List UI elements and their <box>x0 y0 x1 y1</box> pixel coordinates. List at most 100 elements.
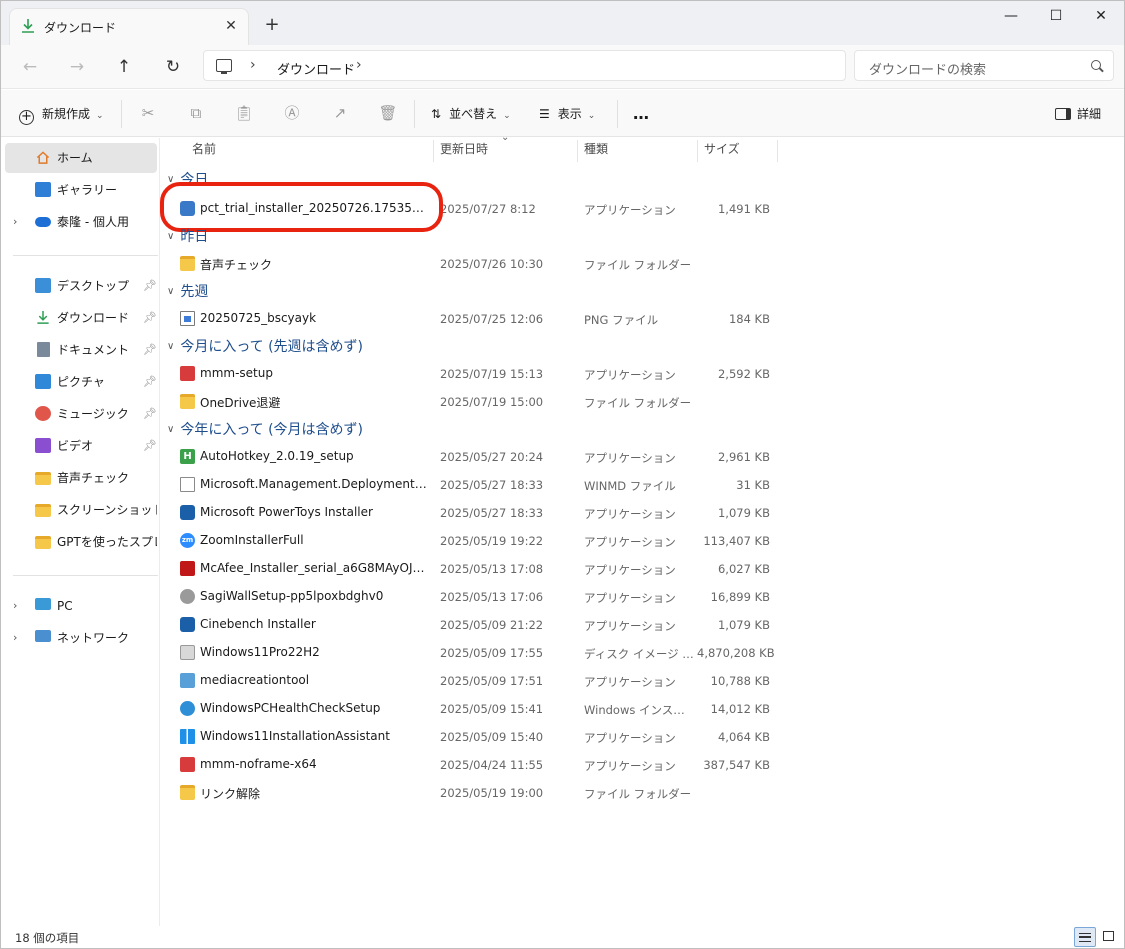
cut-icon[interactable]: ✂ <box>138 103 158 123</box>
sidebar-item-label: PC <box>57 599 73 613</box>
pin-icon[interactable]: 📌︎ <box>143 303 157 333</box>
sidebar-item-home[interactable]: ホーム <box>5 143 157 173</box>
new-button[interactable]: + 新規作成 ⌄ <box>19 102 104 126</box>
tab-close-button[interactable]: ✕ <box>222 17 240 35</box>
pin-icon[interactable]: 📌︎ <box>143 271 157 301</box>
details-pane-button[interactable]: 詳細 <box>1055 102 1101 126</box>
sidebar-item-downloads[interactable]: ダウンロード 📌︎ <box>5 303 157 333</box>
file-type: アプリケーション <box>584 759 676 773</box>
pin-icon[interactable]: 📌︎ <box>143 335 157 365</box>
close-window-button[interactable]: ✕ <box>1078 1 1124 33</box>
sidebar-item-music[interactable]: ミュージック 📌︎ <box>5 399 157 429</box>
new-tab-button[interactable]: + <box>261 15 283 37</box>
breadcrumb-downloads[interactable]: ダウンロード <box>277 59 355 78</box>
column-header-name[interactable]: 名前 <box>192 138 216 162</box>
search-icon[interactable] <box>1091 60 1101 70</box>
file-row[interactable]: mmm-noframe-x64 2025/04/24 11:55 アプリケーショ… <box>167 750 777 778</box>
file-row[interactable]: Windows11InstallationAssistant 2025/05/0… <box>167 722 777 750</box>
sidebar-item-pictures[interactable]: ピクチャ 📌︎ <box>5 367 157 397</box>
tab-downloads[interactable]: ダウンロード ✕ <box>9 8 249 45</box>
file-row[interactable]: Microsoft PowerToys Installer 2025/05/27… <box>167 498 777 526</box>
file-row[interactable]: pct_trial_installer_20250726.17535714861… <box>167 194 777 222</box>
minimize-button[interactable]: — <box>988 1 1034 33</box>
file-row[interactable]: OneDrive退避 2025/07/19 15:00 ファイル フォルダー <box>167 387 777 415</box>
file-name: 音声チェック <box>200 258 273 272</box>
sagiwall-icon <box>180 589 195 604</box>
sidebar-item-network[interactable]: › ネットワーク <box>5 623 157 653</box>
file-row[interactable]: Microsoft.Management.Deployment.win... 2… <box>167 470 777 498</box>
large-icons-view-button[interactable] <box>1098 927 1120 947</box>
sidebar-item-voice-check[interactable]: 音声チェック <box>5 463 157 493</box>
file-row[interactable]: H AutoHotkey_2.0.19_setup 2025/05/27 20:… <box>167 442 777 470</box>
details-view-button[interactable] <box>1074 927 1096 947</box>
column-divider[interactable] <box>433 140 434 162</box>
file-date: 2025/05/09 15:40 <box>440 730 544 744</box>
sidebar-item-screenshots[interactable]: スクリーンショット <box>5 495 157 525</box>
disc-image-icon <box>180 645 195 660</box>
breadcrumb-separator[interactable]: › <box>356 57 362 73</box>
column-divider[interactable] <box>577 140 578 162</box>
column-header-date[interactable]: 更新日時 <box>440 138 488 162</box>
column-header-size[interactable]: サイズ <box>704 138 740 162</box>
details-view-icon <box>1079 933 1091 942</box>
pin-icon[interactable]: 📌︎ <box>143 367 157 397</box>
back-button[interactable]: ← <box>15 53 45 81</box>
up-button[interactable]: ↑ <box>109 53 139 81</box>
file-date: 2025/05/27 18:33 <box>440 506 544 520</box>
copy-icon[interactable]: ⧉ <box>186 103 206 123</box>
sidebar-item-gpt-spreadsheet[interactable]: GPTを使ったスプレッド <box>5 527 157 557</box>
file-name: 20250725_bscyayk <box>200 311 317 325</box>
column-divider[interactable] <box>777 140 778 162</box>
sidebar-item-documents[interactable]: ドキュメント 📌︎ <box>5 335 157 365</box>
chevron-right-icon[interactable]: › <box>13 207 17 237</box>
search-box[interactable]: ダウンロードの検索 <box>854 50 1114 81</box>
file-row[interactable]: SagiWallSetup-pp5lpoxbdghv0 2025/05/13 1… <box>167 582 777 610</box>
group-title: 昨日 <box>180 229 209 245</box>
sidebar-item-label: ミュージック <box>57 407 129 421</box>
column-header-type[interactable]: 種類 <box>584 138 608 162</box>
group-header[interactable]: ∨ 今年に入って (今月は含めず) <box>167 419 363 441</box>
file-row[interactable]: 20250725_bscyayk 2025/07/25 12:06 PNG ファ… <box>167 304 777 332</box>
file-name: mmm-setup <box>200 366 273 380</box>
view-button[interactable]: ☰ 表示 ⌄ <box>539 102 595 126</box>
forward-button[interactable]: → <box>62 53 92 81</box>
breadcrumb-separator[interactable]: › <box>250 57 256 73</box>
pin-icon[interactable]: 📌︎ <box>143 431 157 461</box>
title-bar: ダウンロード ✕ + — ☐ ✕ <box>1 1 1124 45</box>
column-divider[interactable] <box>697 140 698 162</box>
sidebar-item-pc[interactable]: › PC <box>5 591 157 621</box>
sidebar-item-onedrive[interactable]: › 泰隆 - 個人用 <box>5 207 157 237</box>
sidebar-item-desktop[interactable]: デスクトップ 📌︎ <box>5 271 157 301</box>
group-header[interactable]: ∨ 昨日 <box>167 226 208 248</box>
pin-icon[interactable]: 📌︎ <box>143 399 157 429</box>
file-row[interactable]: Windows11Pro22H2 2025/05/09 17:55 ディスク イ… <box>167 638 777 666</box>
file-row[interactable]: mediacreationtool 2025/05/09 17:51 アプリケー… <box>167 666 777 694</box>
chevron-right-icon[interactable]: › <box>13 591 17 621</box>
file-size: 387,547 KB <box>703 758 770 772</box>
delete-icon[interactable]: 🗑︎ <box>378 103 398 123</box>
paste-icon[interactable]: 📋︎ <box>234 103 254 123</box>
file-row[interactable]: Cinebench Installer 2025/05/09 21:22 アプリ… <box>167 610 777 638</box>
more-options-button[interactable]: … <box>633 102 649 126</box>
sidebar-item-videos[interactable]: ビデオ 📌︎ <box>5 431 157 461</box>
refresh-button[interactable]: ↻ <box>158 53 188 81</box>
group-header[interactable]: ∨ 今日 <box>167 169 208 191</box>
share-icon[interactable]: ↗ <box>330 103 350 123</box>
file-row[interactable]: リンク解除 2025/05/19 19:00 ファイル フォルダー <box>167 778 777 806</box>
file-row[interactable]: McAfee_Installer_serial_a6G8MAyOJLY-p...… <box>167 554 777 582</box>
chevron-right-icon[interactable]: › <box>13 623 17 653</box>
file-row[interactable]: mmm-setup 2025/07/19 15:13 アプリケーション 2,59… <box>167 359 777 387</box>
file-row[interactable]: WindowsPCHealthCheckSetup 2025/05/09 15:… <box>167 694 777 722</box>
rename-icon[interactable]: Ⓐ <box>282 103 302 123</box>
sidebar-item-gallery[interactable]: ギャラリー <box>5 175 157 205</box>
address-bar[interactable]: › ダウンロード › <box>203 50 846 81</box>
file-row[interactable]: 音声チェック 2025/07/26 10:30 ファイル フォルダー <box>167 249 777 277</box>
maximize-button[interactable]: ☐ <box>1033 1 1079 33</box>
group-header[interactable]: ∨ 今月に入って (先週は含めず) <box>167 336 363 358</box>
group-title: 今月に入って (先週は含めず) <box>180 339 364 355</box>
file-name: McAfee_Installer_serial_a6G8MAyOJLY-p... <box>200 561 428 575</box>
file-row[interactable]: zm ZoomInstallerFull 2025/05/19 19:22 アプ… <box>167 526 777 554</box>
group-header[interactable]: ∨ 先週 <box>167 281 208 303</box>
sort-button[interactable]: ⇅ 並べ替え ⌄ <box>431 102 511 126</box>
group-title: 今日 <box>180 172 209 188</box>
